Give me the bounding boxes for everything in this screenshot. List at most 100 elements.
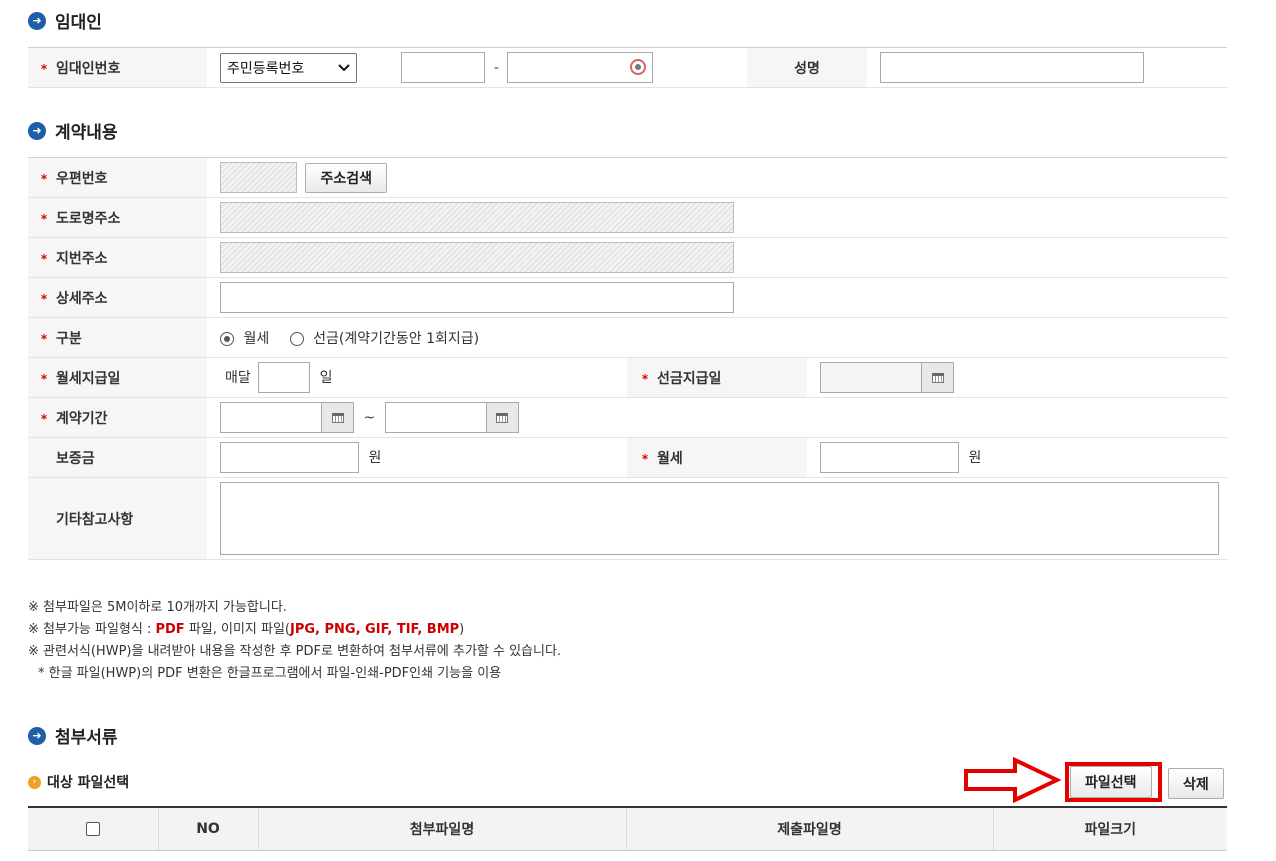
postcode-input	[220, 162, 297, 193]
prepaid-date-label-cell: * 선금지급일	[627, 357, 807, 398]
highlight-box	[1065, 762, 1162, 802]
prepaid-radio-label[interactable]: 선금(계약기간동안 1회지급)	[313, 331, 479, 347]
note-line-3: ※ 관련서식(HWP)을 내려받아 내용을 작성한 후 PDF로 변환하여 첨부…	[28, 644, 562, 659]
id-separator: -	[493, 59, 499, 76]
prepaid-date-cell	[807, 357, 1227, 398]
note-line-2: ※ 첨부가능 파일형식 : PDF 파일, 이미지 파일(JPG, PNG, G…	[28, 619, 561, 641]
name-input[interactable]	[880, 52, 1144, 83]
lessor-id-label-cell: * 임대인번호	[28, 47, 207, 88]
postcode-label-cell: * 우편번호	[28, 157, 207, 198]
attachment-table-header: NO 첨부파일명 제출파일명 파일크기	[28, 806, 1227, 851]
id-front-input[interactable]	[401, 52, 486, 83]
id-back-input[interactable]	[507, 52, 654, 83]
rent-unit: 원	[968, 449, 982, 466]
note-line-2-mid: 파일, 이미지 파일(	[184, 622, 291, 637]
section-title-lessor-text: 임대인	[55, 13, 102, 33]
address-search-button[interactable]: 주소검색	[305, 162, 387, 193]
notes-label-cell: 기타참고사항	[28, 477, 207, 560]
section-title-lessor: ➜ 임대인	[28, 8, 102, 33]
required-star-icon: *	[40, 171, 48, 186]
lessor-id-cell: 주민등록번호 -	[207, 47, 747, 88]
col-file-size: 파일크기	[993, 806, 1227, 851]
note-line-2-suffix: )	[459, 622, 465, 637]
required-star-icon: *	[40, 411, 48, 426]
calendar-icon[interactable]	[486, 402, 519, 433]
rent-label: 월세	[657, 450, 683, 467]
monthly-prefix: 매달	[225, 369, 251, 386]
monthly-payday-input[interactable]	[258, 362, 311, 393]
road-address-label: 도로명주소	[56, 210, 121, 227]
deposit-unit: 원	[368, 449, 382, 466]
detail-address-label-cell: * 상세주소	[28, 277, 207, 318]
jibun-address-label-cell: * 지번주소	[28, 237, 207, 278]
arrow-circle-icon: ➜	[28, 11, 46, 30]
required-star-icon: *	[641, 451, 649, 466]
show-password-icon[interactable]	[630, 59, 647, 75]
monthly-radio[interactable]	[220, 331, 234, 346]
section-title-contract: ➜ 계약내용	[28, 118, 118, 143]
prepaid-radio[interactable]	[289, 331, 304, 346]
calendar-icon[interactable]	[322, 402, 354, 433]
jibun-address-label: 지번주소	[56, 250, 108, 267]
name-cell	[867, 47, 1227, 88]
attachment-table: NO 첨부파일명 제출파일명 파일크기	[28, 806, 1227, 851]
required-star-icon: *	[40, 371, 48, 386]
id-type-select[interactable]: 주민등록번호	[220, 52, 357, 83]
type-cell: 월세 선금(계약기간동안 1회지급)	[207, 317, 1227, 358]
monthly-radio-label[interactable]: 월세	[243, 331, 269, 347]
jibun-address-input	[220, 242, 734, 273]
contract-table: * 우편번호 주소검색 * 도로명주소 * 지번주소 * 상세주소 * 구분 월세 선금(…	[28, 157, 1227, 560]
period-label-cell: * 계약기간	[28, 397, 207, 438]
sub-title-text: 대상 파일선택	[47, 775, 130, 791]
period-label: 계약기간	[56, 410, 108, 427]
period-cell: ~	[207, 397, 1227, 438]
arrow-circle-icon: ➜	[28, 121, 46, 140]
required-star-icon: *	[641, 371, 649, 386]
required-star-icon: *	[40, 331, 48, 346]
required-star-icon: *	[40, 251, 48, 266]
deposit-label: 보증금	[56, 450, 95, 467]
road-address-input	[220, 202, 734, 233]
col-submit-name: 제출파일명	[626, 806, 994, 851]
note-line-2-prefix: ※ 첨부가능 파일형식 :	[28, 622, 156, 637]
col-no: NO	[158, 806, 259, 851]
note-line-1: ※ 첨부파일은 5M이하로 10개까지 가능합니다.	[28, 600, 287, 615]
calendar-icon[interactable]	[922, 362, 954, 393]
delete-button[interactable]: 삭제	[1168, 768, 1224, 799]
id-type-selected: 주민등록번호	[227, 60, 305, 77]
lessor-id-label: 임대인번호	[56, 60, 121, 77]
section-title-attachments: ➜ 첨부서류	[28, 723, 118, 748]
period-start-input[interactable]	[220, 402, 322, 433]
lessor-table: * 임대인번호 주민등록번호 - 성명	[28, 47, 1227, 88]
detail-address-input[interactable]	[220, 282, 734, 313]
col-attachment-name: 첨부파일명	[258, 806, 627, 851]
name-label-cell: 성명	[747, 47, 867, 88]
deposit-input[interactable]	[220, 442, 359, 473]
select-all-checkbox[interactable]	[85, 821, 100, 836]
notes-cell	[207, 477, 1227, 560]
note-line-2-img: JPG, PNG, GIF, TIF, BMP	[290, 622, 460, 637]
deposit-label-cell: 보증금	[28, 437, 207, 478]
section-title-contract-text: 계약내용	[55, 123, 118, 143]
detail-address-label: 상세주소	[56, 290, 108, 307]
select-all-header	[28, 806, 159, 851]
sub-title-target-file: › 대상 파일선택	[28, 772, 129, 792]
period-separator: ~	[363, 409, 376, 426]
jibun-address-cell	[207, 237, 1227, 278]
required-star-icon: *	[40, 291, 48, 306]
deposit-cell: 원	[207, 437, 627, 478]
type-label-cell: * 구분	[28, 317, 207, 358]
road-address-label-cell: * 도로명주소	[28, 197, 207, 238]
rent-input[interactable]	[820, 442, 959, 473]
prepaid-date-input	[820, 362, 922, 393]
monthly-payday-label-cell: * 월세지급일	[28, 357, 207, 398]
prepaid-date-label: 선금지급일	[657, 370, 722, 387]
road-address-cell	[207, 197, 1227, 238]
notes-textarea[interactable]	[220, 482, 1219, 555]
period-end-input[interactable]	[384, 402, 487, 433]
notes-label: 기타참고사항	[56, 511, 134, 528]
chevron-down-icon	[338, 63, 350, 71]
rent-label-cell: * 월세	[627, 437, 807, 478]
postcode-cell: 주소검색	[207, 157, 1227, 198]
required-star-icon: *	[40, 211, 48, 226]
